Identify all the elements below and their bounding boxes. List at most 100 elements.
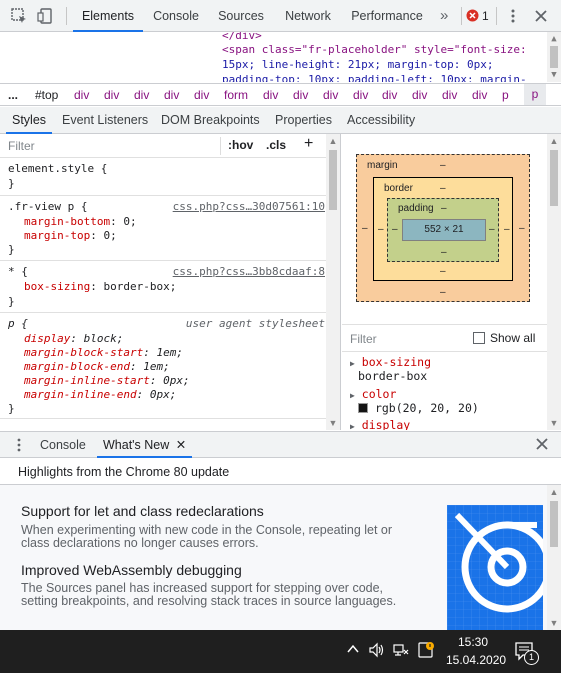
style-rule-element[interactable]: element.style { }	[0, 159, 327, 196]
tab-event-listeners[interactable]: Event Listeners	[62, 107, 148, 134]
hover-state-button[interactable]: :hov	[228, 138, 253, 152]
close-devtools-icon[interactable]	[532, 7, 550, 25]
scroll-up-icon[interactable]: ▲	[326, 134, 340, 148]
whats-new-item-title[interactable]: Support for let and class redeclarations	[21, 503, 264, 519]
scroll-down-icon[interactable]: ▼	[547, 616, 561, 630]
more-tabs-button[interactable]: »	[440, 0, 448, 32]
padding-top-value[interactable]: –	[441, 203, 447, 214]
computed-scrollbar[interactable]: ▲ ▼	[547, 134, 561, 430]
breadcrumb-item[interactable]: div	[472, 88, 487, 102]
tab-sources[interactable]: Sources	[211, 0, 271, 32]
scroll-down-icon[interactable]: ▼	[547, 68, 561, 82]
breadcrumb-item[interactable]: div	[263, 88, 278, 102]
scroll-up-icon[interactable]: ▲	[547, 32, 561, 46]
network-icon[interactable]	[392, 641, 410, 662]
tab-performance[interactable]: Performance	[346, 0, 428, 32]
style-declaration[interactable]: margin-top: 0;	[24, 229, 117, 243]
scroll-thumb[interactable]	[550, 46, 558, 68]
margin-right-value[interactable]: –	[519, 223, 525, 234]
expand-arrow-icon[interactable]: ▶	[350, 391, 355, 400]
breadcrumb-item[interactable]: form	[224, 88, 248, 102]
dom-scrollbar[interactable]: ▲ ▼	[547, 32, 561, 82]
box-model-content[interactable]: 552 × 21	[402, 219, 486, 241]
padding-bottom-value[interactable]: –	[441, 247, 447, 258]
scroll-thumb[interactable]	[550, 501, 558, 547]
whats-new-scrollbar[interactable]: ▲ ▼	[547, 485, 561, 630]
box-model-padding[interactable]: padding – – – – 552 × 21	[387, 198, 499, 262]
breadcrumb-item-selected[interactable]: p	[524, 84, 546, 105]
source-line-2[interactable]: <span class="fr-placeholder" style="font…	[222, 42, 527, 57]
dom-tree-panel[interactable]: </div> <span class="fr-placeholder" styl…	[0, 32, 561, 82]
close-tab-icon[interactable]: ✕	[176, 438, 186, 452]
style-rule-fr-view[interactable]: .fr-view p { css.php?css…30d07561:10 mar…	[0, 197, 327, 261]
tab-dom-breakpoints[interactable]: DOM Breakpoints	[161, 107, 260, 134]
style-declaration[interactable]: box-sizing: border-box;	[24, 280, 176, 294]
styles-filter-input[interactable]: Filter	[8, 139, 35, 153]
show-hidden-icons-icon[interactable]	[346, 642, 360, 659]
security-alert-icon[interactable]	[416, 640, 436, 663]
style-declaration[interactable]: margin-bottom: 0;	[24, 215, 137, 229]
border-right-value[interactable]: –	[504, 224, 510, 235]
style-rule-user-agent[interactable]: p { user agent stylesheet display: block…	[0, 314, 327, 419]
style-declaration[interactable]: margin-block-end: 1em;	[24, 360, 170, 374]
border-top-value[interactable]: –	[440, 183, 446, 194]
breadcrumb-item[interactable]: #top	[35, 88, 58, 102]
scroll-up-icon[interactable]: ▲	[547, 485, 561, 499]
inspect-element-icon[interactable]	[10, 7, 28, 25]
expand-arrow-icon[interactable]: ▶	[350, 422, 355, 430]
close-drawer-icon[interactable]	[534, 436, 550, 455]
rule-source-link[interactable]: css.php?css…30d07561:10	[173, 200, 325, 214]
show-all-checkbox[interactable]	[473, 332, 485, 344]
computed-property[interactable]: ▶ display	[350, 418, 410, 430]
breadcrumb-item[interactable]: div	[323, 88, 338, 102]
style-declaration[interactable]: display: block;	[24, 332, 123, 346]
breadcrumb-item[interactable]: div	[442, 88, 457, 102]
rule-source-link[interactable]: css.php?css…3bb8cdaaf:8	[173, 265, 325, 279]
tab-network[interactable]: Network	[277, 0, 339, 32]
scroll-up-icon[interactable]: ▲	[547, 134, 561, 148]
tab-styles[interactable]: Styles	[6, 107, 53, 134]
computed-filter-input[interactable]: Filter	[350, 332, 377, 346]
breadcrumb-item[interactable]: div	[382, 88, 397, 102]
scroll-down-icon[interactable]: ▼	[547, 416, 561, 430]
customize-menu-icon[interactable]	[504, 7, 522, 25]
tab-elements[interactable]: Elements	[73, 0, 143, 32]
margin-left-value[interactable]: –	[362, 223, 368, 234]
breadcrumb-item[interactable]: p	[502, 88, 509, 102]
style-rule-universal[interactable]: * { css.php?css…3bb8cdaaf:8 box-sizing: …	[0, 262, 327, 313]
color-swatch[interactable]	[358, 403, 368, 413]
drawer-tab-whats-new[interactable]: What's New ✕	[97, 432, 193, 458]
error-icon[interactable]	[466, 9, 479, 22]
scroll-thumb[interactable]	[550, 150, 558, 206]
breadcrumb-item[interactable]: div	[194, 88, 209, 102]
expand-arrow-icon[interactable]: ▶	[350, 359, 355, 368]
scroll-thumb[interactable]	[329, 150, 337, 210]
margin-top-value[interactable]: –	[440, 160, 446, 171]
drawer-menu-icon[interactable]	[14, 436, 24, 457]
breadcrumb-item[interactable]: div	[412, 88, 427, 102]
breadcrumb-item[interactable]: div	[134, 88, 149, 102]
breadcrumb-item[interactable]: div	[353, 88, 368, 102]
whats-new-item-title[interactable]: Improved WebAssembly debugging	[21, 562, 242, 578]
class-toggle-button[interactable]: .cls	[266, 138, 286, 152]
breadcrumb-item[interactable]: div	[293, 88, 308, 102]
tab-properties[interactable]: Properties	[275, 107, 332, 134]
padding-right-value[interactable]: –	[489, 224, 495, 235]
drawer-tab-console[interactable]: Console	[40, 432, 86, 458]
breadcrumb-item[interactable]: div	[104, 88, 119, 102]
error-count[interactable]: 1	[482, 0, 489, 32]
border-left-value[interactable]: –	[378, 224, 384, 235]
tab-accessibility[interactable]: Accessibility	[347, 107, 415, 134]
padding-left-value[interactable]: –	[392, 224, 398, 235]
device-toolbar-icon[interactable]	[37, 7, 55, 25]
style-declaration[interactable]: margin-block-start: 1em;	[24, 346, 183, 360]
box-model-margin[interactable]: margin – – – – border – – – – padding – …	[356, 154, 530, 302]
breadcrumb-item[interactable]: div	[74, 88, 89, 102]
new-style-rule-button[interactable]: +	[304, 135, 313, 153]
scroll-down-icon[interactable]: ▼	[326, 416, 340, 430]
styles-scrollbar[interactable]: ▲ ▼	[326, 134, 340, 430]
box-model-border[interactable]: border – – – – padding – – – – 552 × 21	[373, 177, 513, 281]
margin-bottom-value[interactable]: –	[440, 287, 446, 298]
style-declaration[interactable]: margin-inline-end: 0px;	[24, 388, 176, 402]
border-bottom-value[interactable]: –	[440, 266, 446, 277]
